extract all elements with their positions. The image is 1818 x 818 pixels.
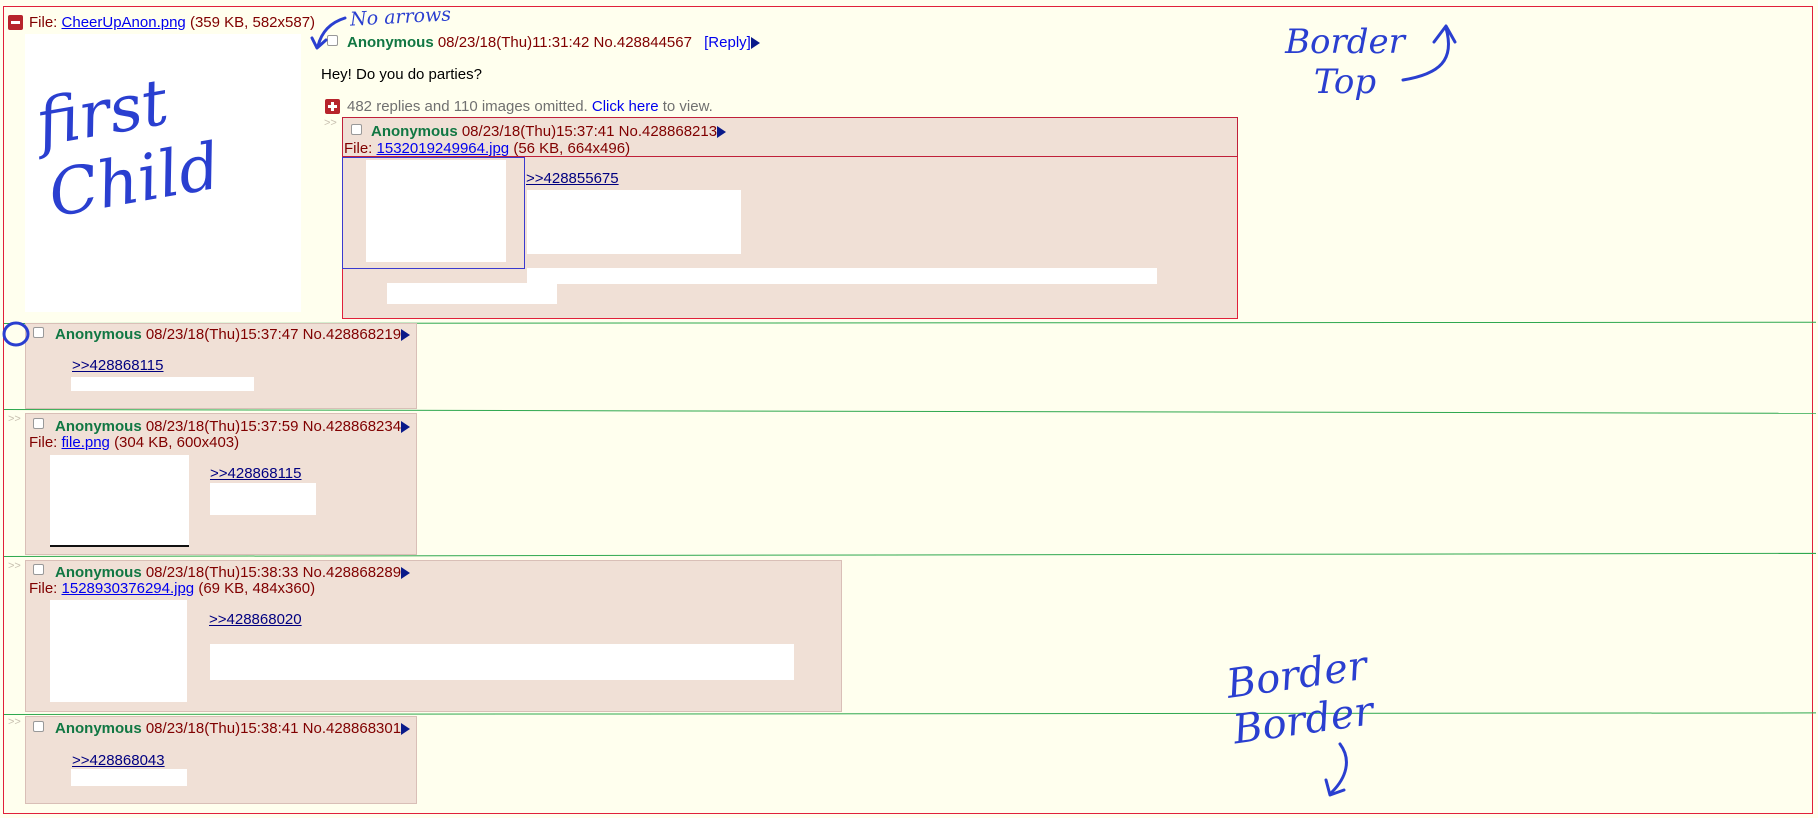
circle-mark-icon [2, 321, 30, 347]
border-bottom-arrow-icon [1330, 742, 1348, 794]
annotation-border-top: Border Top [1285, 22, 1405, 102]
annotation-overlay [2, 16, 1457, 797]
